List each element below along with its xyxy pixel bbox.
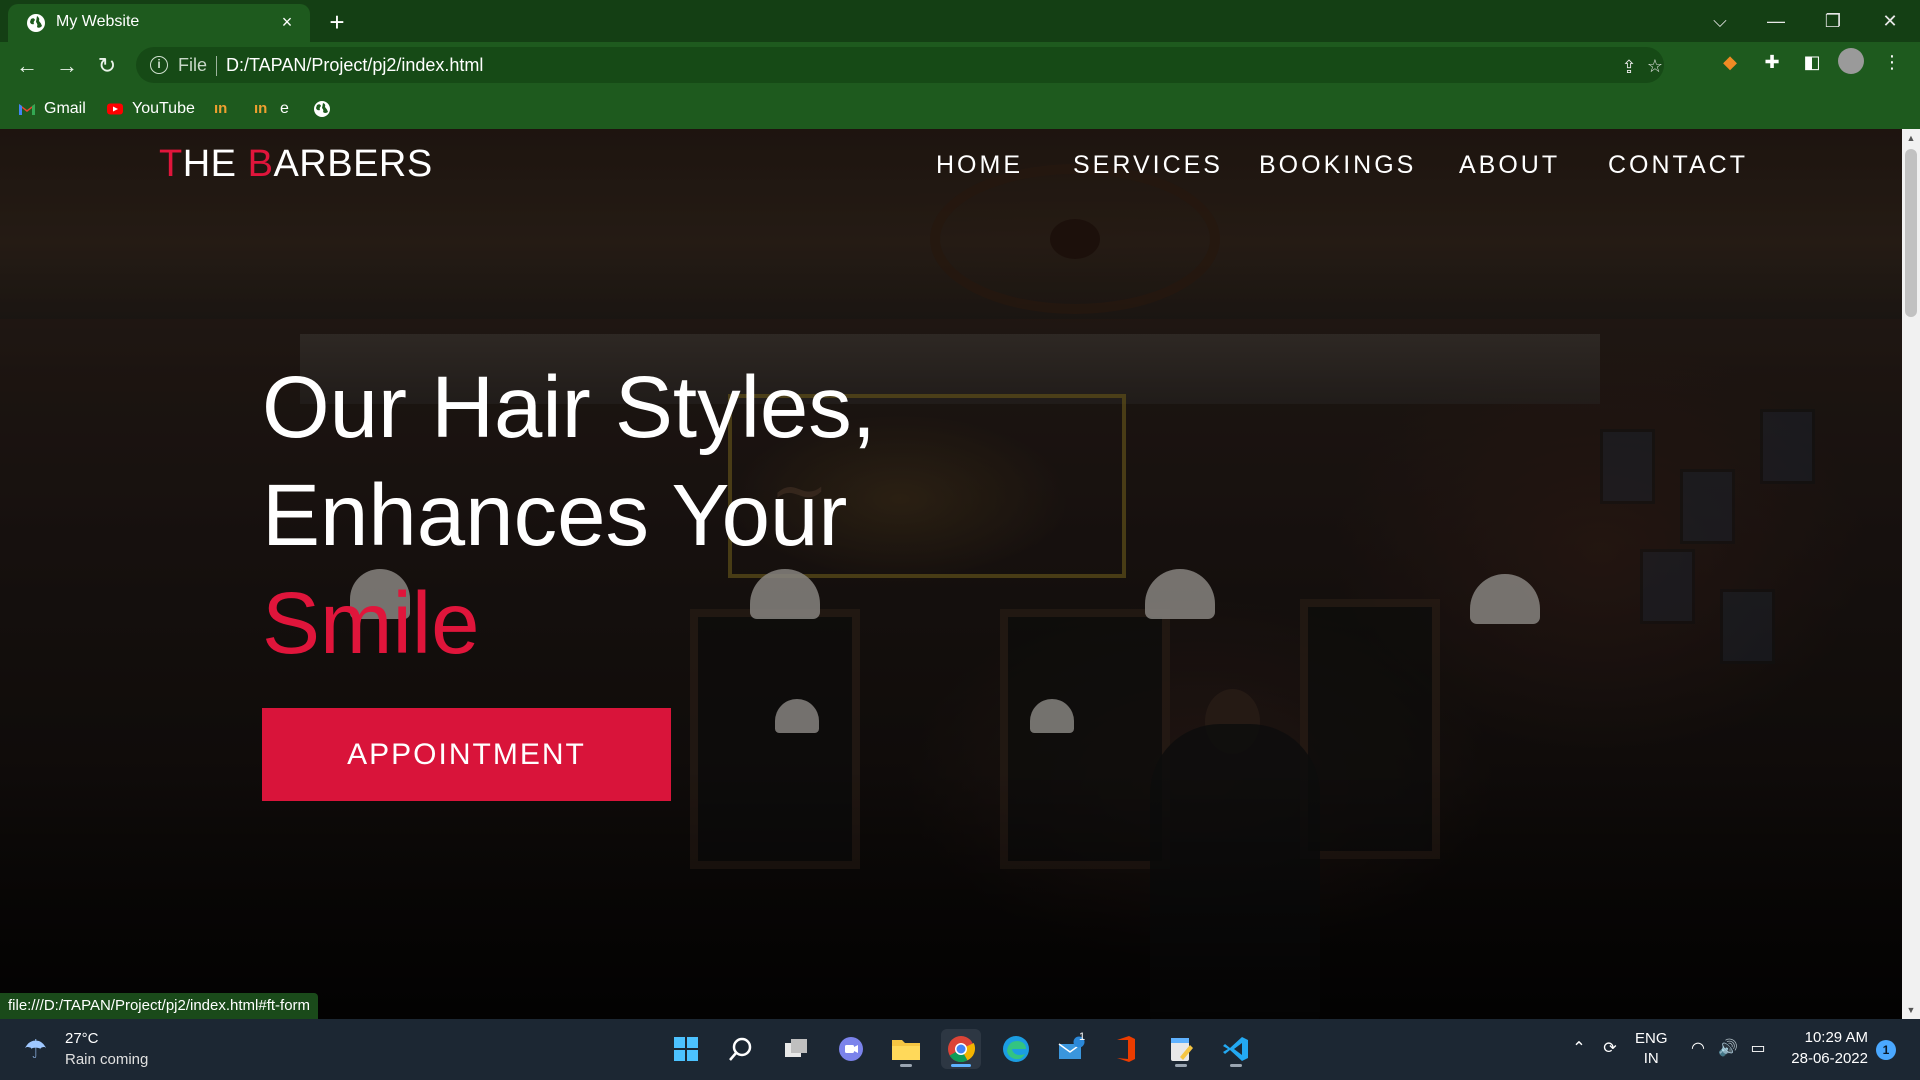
task-view-icon[interactable] [776,1029,816,1069]
weather-rain-umbrella-icon[interactable]: ☂ [24,1033,56,1065]
site-info-icon[interactable]: i [150,56,168,74]
hero-line-1: Our Hair Styles, [262,359,876,456]
language-indicator[interactable]: ENG IN [1635,1029,1668,1069]
address-bar[interactable]: i File D:/TAPAN/Project/pj2/index.html ⇪… [136,47,1664,83]
tab-strip: My Website × + ⌵ — ❐ ✕ [0,0,1920,42]
extensions-puzzle-icon[interactable]: ✚ [1758,48,1786,76]
bookmark-globe[interactable] [313,97,331,121]
forward-arrow-icon[interactable]: → [52,51,82,81]
nav-bookings-link[interactable]: BOOKINGS [1259,151,1416,180]
scrollbar-thumb[interactable] [1905,149,1917,317]
bookmark-youtube[interactable]: YouTube [106,97,195,121]
side-panel-icon[interactable]: ◧ [1798,48,1826,76]
clock-time[interactable]: 10:29 AM [1790,1029,1868,1046]
edge-icon[interactable] [996,1029,1036,1069]
restore-button[interactable]: ❐ [1813,8,1853,34]
clock-date[interactable]: 28-06-2022 [1778,1050,1868,1067]
hero-line-3: Smile [262,575,480,672]
youtube-icon [107,103,123,115]
volume-icon[interactable]: 🔊 [1716,1037,1740,1061]
office-icon[interactable] [1106,1029,1146,1069]
mail-badge: 1 [1079,1031,1086,1043]
tab-title: My Website [56,13,140,30]
gmail-icon [19,104,35,115]
close-window-button[interactable]: ✕ [1870,8,1910,34]
bookmark-label: Gmail [44,100,86,117]
bookmark-in-1[interactable]: ın [214,97,240,121]
bookmark-gmail[interactable]: Gmail [18,97,86,121]
start-windows-icon[interactable] [666,1029,706,1069]
share-icon[interactable]: ⇪ [1618,56,1640,78]
profile-avatar[interactable] [1838,48,1864,74]
browser-toolbar: ← → ↻ i File D:/TAPAN/Project/pj2/index.… [0,42,1920,88]
globe-icon [27,14,45,32]
notepad-icon[interactable] [1161,1029,1201,1069]
appointment-button[interactable]: APPOINTMENT [262,708,671,801]
tab-search-icon[interactable]: ⌵ [1700,8,1740,34]
weather-temperature[interactable]: 27°C [65,1030,99,1047]
link-status-bar: file:///D:/TAPAN/Project/pj2/index.html#… [0,993,319,1019]
address-scheme: File [178,55,208,75]
globe-icon [314,101,330,117]
scroll-up-icon[interactable]: ▲ [1906,133,1916,143]
browser-chrome: My Website × + ⌵ — ❐ ✕ ← → ↻ i File D:/T… [0,0,1920,129]
page-scrollbar[interactable]: ▲ ▼ [1902,129,1920,1019]
wifi-icon[interactable]: ◠ [1686,1037,1710,1061]
site-navbar: THE BARBERS HOME SERVICES BOOKINGS ABOUT… [0,129,1902,199]
address-url[interactable]: D:/TAPAN/Project/pj2/index.html [226,55,483,76]
new-tab-button[interactable]: + [322,8,352,38]
search-icon[interactable] [721,1029,761,1069]
browser-tab[interactable]: My Website × [8,4,310,42]
minimize-button[interactable]: — [1756,8,1796,34]
show-hidden-icons-chevron-icon[interactable]: ⌃ [1568,1037,1590,1061]
chrome-icon[interactable] [941,1029,981,1069]
in-icon: ın [214,100,228,117]
hero-line-2: Enhances Your [262,467,848,564]
in-icon: ın [254,100,268,117]
back-arrow-icon[interactable]: ← [12,51,42,81]
bookmark-star-icon[interactable]: ☆ [1644,55,1666,77]
mail-icon[interactable]: 1 [1051,1029,1091,1069]
teams-chat-icon[interactable] [831,1029,871,1069]
notification-badge[interactable]: 1 [1876,1040,1896,1060]
nav-home-link[interactable]: HOME [936,151,1023,180]
vscode-icon[interactable] [1216,1029,1256,1069]
bookmarks-bar: Gmail YouTube ın ın e [0,88,1920,129]
weather-description[interactable]: Rain coming [65,1051,148,1068]
address-separator [216,56,217,76]
nav-about-link[interactable]: ABOUT [1459,151,1560,180]
file-explorer-icon[interactable] [886,1029,926,1069]
browser-menu-icon[interactable]: ⋮ [1878,48,1906,76]
scroll-down-icon[interactable]: ▼ [1906,1005,1916,1015]
reload-icon[interactable]: ↻ [92,51,122,81]
site-logo[interactable]: THE BARBERS [159,143,433,186]
bookmark-label: e [280,100,289,117]
windows-taskbar: ☂ 27°C Rain coming 1 ⌃ ⟳ ENG IN ◠ 🔊 ▭ 10… [0,1019,1920,1080]
bookmark-label: YouTube [132,100,195,117]
nav-contact-link[interactable]: CONTACT [1608,151,1748,180]
tab-close-icon[interactable]: × [276,11,298,33]
sync-icon[interactable]: ⟳ [1598,1037,1622,1061]
metamask-fox-icon[interactable]: ◆ [1716,48,1744,76]
battery-icon[interactable]: ▭ [1746,1037,1770,1061]
nav-services-link[interactable]: SERVICES [1073,151,1223,180]
bookmark-in-2[interactable]: ın e [254,97,289,121]
web-page: ~ THE BARBERS HOME SERVICES BOOKINGS ABO… [0,129,1902,1019]
hero-heading: Our Hair Styles, Enhances Your Smile [262,354,876,678]
